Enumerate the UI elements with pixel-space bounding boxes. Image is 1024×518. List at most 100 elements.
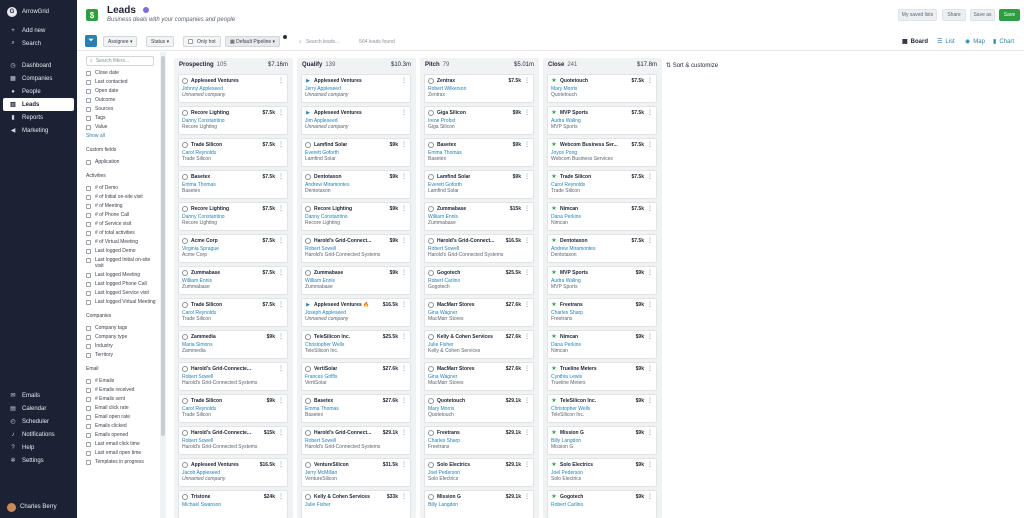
lead-card[interactable]: MacMarr Stores $27.6k ⋮ Gina Wagner MacMarr …: [424, 362, 534, 391]
filter-option-last-contacted[interactable]: Last contacted: [78, 79, 156, 85]
more-vertical-icon[interactable]: ⋮: [401, 237, 407, 244]
filter-checkbox[interactable]: [86, 115, 91, 121]
more-vertical-icon[interactable]: ⋮: [647, 141, 653, 148]
filter-checkbox[interactable]: [86, 230, 91, 236]
filter-checkbox[interactable]: [86, 248, 91, 254]
lead-card[interactable]: Kelly & Cohen Services $27.6k ⋮ Julie Fishe…: [424, 330, 534, 359]
more-vertical-icon[interactable]: ⋮: [647, 237, 653, 244]
user-menu[interactable]: Charles Berry: [3, 500, 57, 514]
brand[interactable]: G ArrowGrid: [0, 0, 77, 24]
more-vertical-icon[interactable]: ⋮: [401, 397, 407, 404]
filter-option-last-email-click-time[interactable]: Last email click time: [78, 441, 156, 447]
lead-card[interactable]: ★ MVP Sports $9k ⋮ Audra Waling MVP Sports: [547, 266, 657, 295]
filter-checkbox[interactable]: [86, 423, 91, 429]
more-vertical-icon[interactable]: ⋮: [278, 333, 284, 340]
nav-item-help[interactable]: ? Help: [3, 441, 74, 454]
more-vertical-icon[interactable]: ⋮: [278, 237, 284, 244]
filter-option-last-logged-service-visit[interactable]: Last logged Service visit: [78, 290, 156, 296]
more-vertical-icon[interactable]: ⋮: [401, 205, 407, 212]
view-chart[interactable]: ▮ Chart: [993, 36, 1014, 47]
more-vertical-icon[interactable]: ⋮: [647, 109, 653, 116]
filter-checkbox[interactable]: [86, 281, 91, 287]
filter-search-input[interactable]: Search filters...: [96, 58, 129, 64]
lead-card[interactable]: MacMarr Stores $27.6k ⋮ Gina Wagner MacMarr …: [424, 298, 534, 327]
filter-checkbox[interactable]: [86, 185, 91, 191]
filter-option-last-email-open-time[interactable]: Last email open time: [78, 450, 156, 456]
more-vertical-icon[interactable]: ⋮: [524, 461, 530, 468]
filter-option-sources[interactable]: Sources: [78, 106, 156, 112]
only-hot-checkbox[interactable]: [188, 39, 193, 45]
filter-checkbox[interactable]: [86, 387, 91, 393]
more-vertical-icon[interactable]: ⋮: [278, 77, 284, 84]
lead-card[interactable]: Recore Lighting $7.5k ⋮ Danny Constantino Re…: [178, 106, 288, 135]
more-vertical-icon[interactable]: ⋮: [401, 333, 407, 340]
more-vertical-icon[interactable]: ⋮: [647, 301, 653, 308]
nav-item-reports[interactable]: ▮ Reports: [3, 111, 74, 124]
filter-option-last-logged-initial-on-site-visit[interactable]: Last logged Initial on-site visit: [78, 257, 156, 269]
more-vertical-icon[interactable]: ⋮: [647, 397, 653, 404]
show-all-link[interactable]: Show all: [78, 133, 166, 139]
filter-checkbox[interactable]: [86, 257, 91, 263]
filter-option-emails-sent[interactable]: # Emails sent: [78, 396, 156, 402]
filter-checkbox[interactable]: [86, 343, 91, 349]
sort-customize-button[interactable]: ⇅ Sort & customize: [666, 62, 718, 69]
more-vertical-icon[interactable]: ⋮: [278, 365, 284, 372]
lead-card[interactable]: Basetex $7.5k ⋮ Emma Thomas Basetex: [178, 170, 288, 199]
filter-icon[interactable]: ⏷: [85, 35, 97, 47]
lead-card[interactable]: ★ Webcom Business Ser... $7.5k ⋮ Joyce Pong W…: [547, 138, 657, 167]
filter-option-industry[interactable]: Industry: [78, 343, 156, 349]
nav-item-search[interactable]: ⌕ Search: [3, 37, 74, 50]
more-vertical-icon[interactable]: ⋮: [524, 269, 530, 276]
lead-card[interactable]: ▶ Appleseed Ventures ⋮ Jim Appleseed Unnamed…: [301, 106, 411, 135]
lead-card[interactable]: ★ MVP Sports $7.5k ⋮ Audra Waling MVP Sports: [547, 106, 657, 135]
more-vertical-icon[interactable]: ⋮: [524, 205, 530, 212]
save-button[interactable]: Save: [999, 9, 1020, 21]
lead-card[interactable]: Quotetouch $29.1k ⋮ Mary Morris Quotetouch: [424, 394, 534, 423]
more-vertical-icon[interactable]: ⋮: [401, 109, 407, 116]
lead-card[interactable]: ▶ Appleseed Ventures 🔥 $16.5k ⋮ Joseph Apple…: [301, 298, 411, 327]
lead-card[interactable]: VertiSolar $27.6k ⋮ Frances Griffis VertiSol…: [301, 362, 411, 391]
more-vertical-icon[interactable]: ⋮: [401, 301, 407, 308]
filter-checkbox[interactable]: [86, 272, 91, 278]
lead-card[interactable]: Lamfind Solar $9k ⋮ Everett Goforth Lamfind …: [301, 138, 411, 167]
view-board[interactable]: ▦ Board: [902, 36, 928, 47]
filter-option-emails-clicked[interactable]: Emails clicked: [78, 423, 156, 429]
lead-card[interactable]: Appleseed Ventures ⋮ Johnny Appleseed Unnam…: [178, 74, 288, 103]
more-vertical-icon[interactable]: ⋮: [401, 429, 407, 436]
lead-card[interactable]: ★ Freetrans $9k ⋮ Charles Sharp Freetrans: [547, 298, 657, 327]
filter-option-outcome[interactable]: Outcome: [78, 97, 156, 103]
more-vertical-icon[interactable]: ⋮: [647, 429, 653, 436]
more-vertical-icon[interactable]: ⋮: [401, 493, 407, 500]
more-vertical-icon[interactable]: ⋮: [401, 461, 407, 468]
filter-option-email-click-rate[interactable]: Email click rate: [78, 405, 156, 411]
filter-scroll-thumb[interactable]: [161, 56, 165, 436]
lead-card[interactable]: Recore Lighting $9k ⋮ Danny Constantino Reco…: [301, 202, 411, 231]
filter-checkbox[interactable]: [86, 88, 91, 94]
filter-option-of-meeting[interactable]: # of Meeting: [78, 203, 156, 209]
nav-item-settings[interactable]: ✲ Settings: [3, 454, 74, 467]
lead-card[interactable]: Harold's Grid-Connect... $9k ⋮ Robert Sowel…: [301, 234, 411, 263]
filter-option-of-demo[interactable]: # of Demo: [78, 185, 156, 191]
filter-option-emails[interactable]: # Emails: [78, 378, 156, 384]
filter-checkbox[interactable]: [86, 450, 91, 456]
lead-card[interactable]: Lamfind Solar $9k ⋮ Everett Goforth Lamfind …: [424, 170, 534, 199]
filter-checkbox[interactable]: [86, 459, 91, 465]
filter-checkbox[interactable]: [86, 97, 91, 103]
lead-card[interactable]: Basetex $27.6k ⋮ Emma Thomas Basetex: [301, 394, 411, 423]
lead-card[interactable]: Zummabase $15k ⋮ William Ennis Zummabase: [424, 202, 534, 231]
lead-card[interactable]: Zummabase $7.5k ⋮ William Ennis Zummabase: [178, 266, 288, 295]
filter-checkbox[interactable]: [86, 290, 91, 296]
filter-option-application[interactable]: Application: [78, 159, 156, 165]
lead-card[interactable]: ★ Nimcan $7.5k ⋮ Dana Perkins Nimcan: [547, 202, 657, 231]
more-vertical-icon[interactable]: ⋮: [647, 493, 653, 500]
filter-checkbox[interactable]: [86, 203, 91, 209]
lead-card[interactable]: Recore Lighting $7.5k ⋮ Danny Constantino Re…: [178, 202, 288, 231]
more-vertical-icon[interactable]: ⋮: [647, 365, 653, 372]
filter-checkbox[interactable]: [86, 212, 91, 218]
nav-item-add-new[interactable]: + Add new: [3, 24, 74, 37]
nav-item-scheduler[interactable]: ◴ Scheduler: [3, 415, 74, 428]
filter-checkbox[interactable]: [86, 414, 91, 420]
lead-card[interactable]: ★ Nimcan $9k ⋮ Dana Perkins Nimcan: [547, 330, 657, 359]
more-vertical-icon[interactable]: ⋮: [524, 301, 530, 308]
filter-checkbox[interactable]: [86, 124, 91, 130]
